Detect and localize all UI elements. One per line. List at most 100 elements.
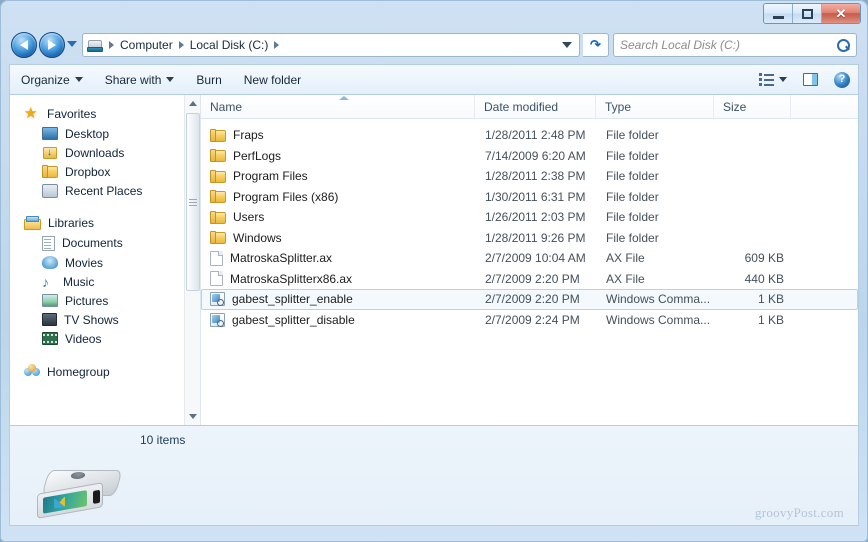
file-type-cell: File folder (606, 128, 659, 143)
table-row[interactable]: Fraps 1/28/2011 2:48 PM File folder (201, 125, 858, 146)
file-date-cell: 2/7/2009 2:20 PM (485, 292, 580, 307)
preview-pane-icon (803, 73, 818, 86)
file-name-cell: PerfLogs (202, 149, 476, 163)
explorer-window: ✕ Computer Local Disk (C:) ↷ Search Loca… (0, 0, 868, 542)
folder-icon (210, 149, 226, 163)
file-size-cell: 1 KB (757, 312, 784, 327)
table-row[interactable]: Program Files (x86) 1/30/2011 6:31 PM File… (201, 187, 858, 208)
file-date-cell: 7/14/2009 6:20 AM (485, 148, 586, 163)
tv-shows-icon (42, 313, 57, 326)
scroll-up-button[interactable] (185, 95, 200, 112)
file-date-cell: 2/7/2009 2:20 PM (485, 271, 580, 286)
minimize-button[interactable] (764, 4, 793, 23)
file-icon (210, 271, 223, 287)
share-with-label: Share with (104, 72, 162, 87)
search-placeholder: Search Local Disk (C:) (620, 38, 741, 52)
breadcrumb-local-disk[interactable]: Local Disk (C:) (187, 38, 272, 52)
sidebar-item-label: Dropbox (65, 164, 111, 179)
pictures-icon (42, 294, 58, 307)
back-button[interactable] (11, 32, 37, 58)
table-row[interactable]: MatroskaSplitterx86.ax 2/7/2009 2:20 PM AX… (201, 269, 858, 290)
file-name-label: Program Files (233, 169, 308, 184)
column-header-name[interactable]: Name (201, 95, 475, 118)
change-view-button[interactable] (751, 65, 795, 94)
forward-arrow-icon (48, 40, 56, 50)
item-count-label: 10 items (140, 433, 186, 447)
address-dropdown-chevron-down-icon[interactable] (562, 42, 572, 48)
file-type-cell: File folder (606, 230, 659, 245)
sidebar-group-libraries[interactable]: Libraries (10, 213, 200, 233)
videos-icon (42, 332, 59, 345)
sidebar-item-tv-shows[interactable]: TV Shows (10, 310, 200, 329)
file-size-cell: 609 KB (744, 251, 784, 266)
column-header-size[interactable]: Size (714, 95, 791, 118)
close-button[interactable]: ✕ (822, 4, 860, 23)
breadcrumb-separator-icon (109, 41, 114, 49)
new-folder-button[interactable]: New folder (233, 65, 312, 94)
sidebar-item-label: Movies (65, 255, 104, 270)
table-row[interactable]: Users 1/26/2011 2:03 PM File folder (201, 207, 858, 228)
table-row[interactable]: gabest_splitter_enable 2/7/2009 2:20 PM Wi… (201, 289, 858, 310)
file-name-cell: gabest_splitter_disable (202, 312, 476, 327)
title-bar: ✕ (0, 0, 868, 28)
file-date-cell: 1/28/2011 2:38 PM (485, 169, 586, 184)
sidebar-group-favorites[interactable]: ★ Favorites (10, 103, 200, 124)
file-size-cell: 1 KB (757, 292, 784, 307)
table-row[interactable]: PerfLogs 7/14/2009 6:20 AM File folder (201, 146, 858, 167)
forward-button[interactable] (39, 32, 65, 58)
table-row[interactable]: Program Files 1/28/2011 2:38 PM File folde… (201, 166, 858, 187)
chevron-down-icon (166, 77, 175, 82)
sidebar-item-videos[interactable]: Videos (10, 329, 200, 348)
scroll-down-button[interactable] (185, 408, 200, 425)
chevron-up-icon (189, 101, 197, 106)
share-with-button[interactable]: Share with (94, 65, 186, 94)
watermark: groovyPost.com (754, 505, 844, 520)
local-disk-icon (37, 470, 125, 519)
address-bar-row: Computer Local Disk (C:) ↷ Search Local … (0, 30, 868, 62)
list-view-icon (759, 73, 774, 86)
burn-button[interactable]: Burn (185, 65, 232, 94)
sidebar-item-desktop[interactable]: Desktop (10, 124, 200, 143)
sidebar-item-dropbox[interactable]: Dropbox (10, 162, 200, 181)
file-type-cell: Windows Comma... (606, 312, 711, 327)
address-bar[interactable]: Computer Local Disk (C:) (82, 33, 580, 57)
file-date-cell: 1/30/2011 6:31 PM (485, 189, 586, 204)
help-icon: ? (834, 71, 850, 88)
column-header-label: Type (605, 99, 632, 114)
organize-button[interactable]: Organize (10, 65, 94, 94)
navigation-pane-scrollbar[interactable] (184, 95, 200, 425)
sidebar-item-recent-places[interactable]: Recent Places (10, 181, 200, 200)
close-icon: ✕ (835, 6, 847, 21)
sidebar-item-pictures[interactable]: Pictures (10, 291, 200, 310)
command-bar: Organize Share with Burn New folder ? (9, 64, 859, 94)
file-type-cell: File folder (606, 169, 659, 184)
scrollbar-thumb[interactable] (186, 113, 200, 291)
file-name-label: Program Files (x86) (233, 189, 339, 204)
table-row[interactable]: Windows 1/28/2011 9:26 PM File folder (201, 228, 858, 249)
recent-pages-chevron-down-icon[interactable] (67, 41, 77, 47)
maximize-button[interactable] (793, 4, 822, 23)
help-button[interactable]: ? (826, 65, 858, 94)
sidebar-item-music[interactable]: ♪ Music (10, 272, 200, 291)
refresh-button[interactable]: ↷ (583, 33, 609, 57)
column-header-date-modified[interactable]: Date modified (475, 95, 596, 118)
burn-label: Burn (196, 72, 222, 87)
sidebar-group-homegroup[interactable]: Homegroup (10, 361, 200, 382)
sidebar-item-documents[interactable]: Documents (10, 233, 200, 253)
file-name-cell: Windows (202, 231, 476, 245)
sidebar-item-label: Pictures (65, 293, 109, 308)
sidebar-item-downloads[interactable]: ↓ Downloads (10, 143, 200, 162)
chevron-down-icon[interactable] (779, 77, 787, 82)
new-folder-label: New folder (243, 72, 302, 87)
show-preview-pane-button[interactable] (795, 65, 826, 94)
breadcrumb-computer[interactable]: Computer (117, 38, 176, 52)
column-header-type[interactable]: Type (596, 95, 714, 118)
search-input[interactable]: Search Local Disk (C:) (613, 33, 857, 57)
sidebar-item-movies[interactable]: Movies (10, 253, 200, 272)
search-icon[interactable] (837, 38, 850, 52)
table-row[interactable]: gabest_splitter_disable 2/7/2009 2:24 PM W… (201, 310, 858, 331)
file-name-label: MatroskaSplitterx86.ax (230, 271, 353, 286)
file-date-cell: 1/28/2011 9:26 PM (485, 230, 586, 245)
table-row[interactable]: MatroskaSplitter.ax 2/7/2009 10:04 AM AX F… (201, 248, 858, 269)
